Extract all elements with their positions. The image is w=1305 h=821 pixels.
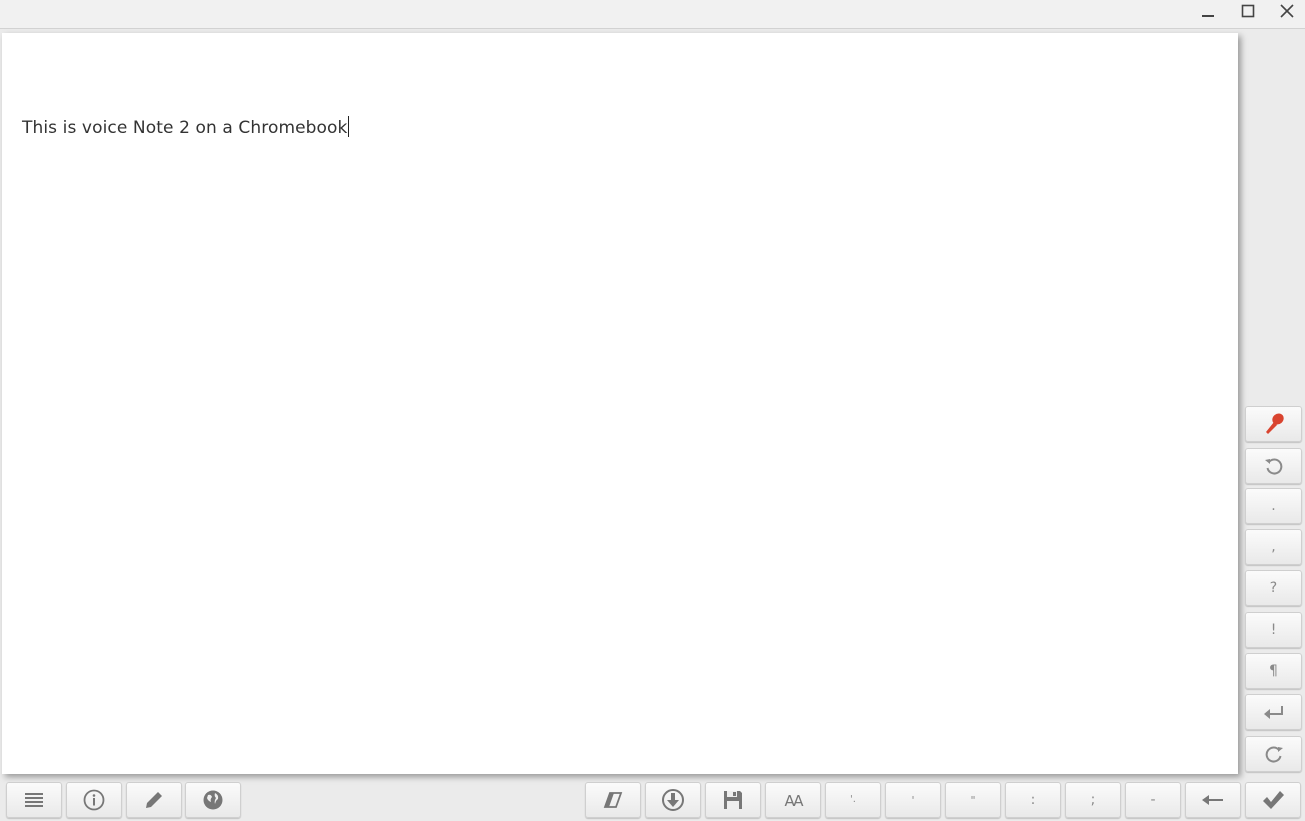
undo-button[interactable] (1245, 448, 1302, 484)
exclamation-button[interactable]: ! (1245, 612, 1302, 648)
quote-label: " (970, 793, 976, 807)
minimize-button[interactable] (1188, 0, 1228, 22)
comma-button[interactable]: , (1245, 529, 1302, 565)
checkmark-icon (1263, 791, 1284, 809)
hyphen-label: - (1150, 792, 1156, 808)
font-size-label: AA (784, 791, 804, 810)
eraser-icon (603, 792, 623, 808)
exclamation-label: ! (1270, 622, 1277, 638)
semicolon-label: ; (1090, 792, 1096, 808)
paragraph-label: ¶ (1269, 663, 1278, 679)
info-button[interactable] (66, 782, 122, 818)
note-text: This is voice Note 2 on a Chromebook (22, 118, 348, 138)
note-editor[interactable]: This is voice Note 2 on a Chromebook (2, 33, 1238, 774)
clear-button[interactable] (585, 782, 641, 818)
question-mark-label: ? (1269, 580, 1278, 596)
microphone-icon (1265, 413, 1284, 434)
undo-icon (1264, 458, 1282, 475)
colon-label: : (1030, 792, 1036, 808)
font-size-icon: AA (784, 790, 804, 811)
menu-icon (25, 793, 43, 807)
comma-label: , (1271, 539, 1276, 555)
backspace-button[interactable] (1185, 782, 1241, 818)
minimize-icon (1202, 15, 1214, 17)
pencil-icon (146, 792, 162, 808)
backspace-arrow-icon (1202, 795, 1223, 805)
globe-icon (203, 790, 223, 810)
period-label: . (1271, 498, 1276, 514)
apostrophe-label: ' (911, 793, 915, 807)
maximize-button[interactable] (1228, 0, 1268, 22)
download-button[interactable] (645, 782, 701, 818)
microphone-button[interactable] (1245, 406, 1302, 442)
text-caret (347, 116, 349, 137)
new-line-button[interactable] (1245, 694, 1302, 730)
enter-icon (1263, 706, 1283, 719)
semicolon-button[interactable]: ; (1065, 782, 1121, 818)
close-button[interactable] (1267, 0, 1305, 22)
redo-button[interactable] (1245, 736, 1302, 772)
maximize-icon (1241, 4, 1255, 18)
apostrophe-button[interactable]: ' (885, 782, 941, 818)
close-icon (1280, 4, 1294, 18)
colon-button[interactable]: : (1005, 782, 1061, 818)
apostrophe-period-button[interactable]: '. (825, 782, 881, 818)
font-size-button[interactable]: AA (765, 782, 821, 818)
title-bar (0, 0, 1305, 29)
apostrophe-period-label: '. (850, 794, 856, 805)
pencil-button[interactable] (126, 782, 182, 818)
save-button[interactable] (705, 782, 761, 818)
language-button[interactable] (185, 782, 241, 818)
hyphen-button[interactable]: - (1125, 782, 1181, 818)
note-text-line[interactable]: This is voice Note 2 on a Chromebook (22, 116, 349, 138)
period-button[interactable]: . (1245, 488, 1302, 524)
info-icon (83, 789, 105, 811)
question-mark-button[interactable]: ? (1245, 570, 1302, 606)
download-icon (662, 789, 684, 811)
save-icon (724, 791, 742, 809)
paragraph-button[interactable]: ¶ (1245, 653, 1302, 689)
done-button[interactable] (1245, 782, 1301, 818)
menu-button[interactable] (6, 782, 62, 818)
quote-button[interactable]: " (945, 782, 1001, 818)
redo-icon (1265, 746, 1283, 763)
